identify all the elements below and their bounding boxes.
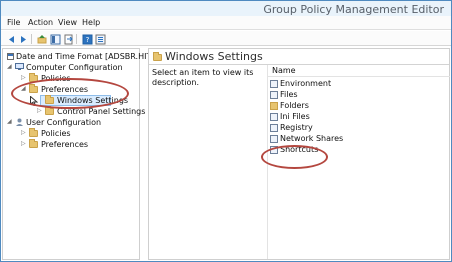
name-column-label: Name <box>272 66 296 75</box>
computer-icon <box>15 63 24 70</box>
shortcuts-label: Shortcuts <box>280 145 319 154</box>
shortcut-icon <box>270 146 278 154</box>
group-policy-management-editor-window: Group Policy Management Editor File Acti… <box>0 0 452 262</box>
up-folder-icon[interactable] <box>36 33 47 44</box>
expand-arrow-icon[interactable]: ◢ <box>7 119 13 125</box>
menu-help[interactable]: Help <box>82 18 100 27</box>
collapse-arrow-icon[interactable]: ▷ <box>37 108 43 114</box>
collapse-arrow-icon[interactable]: ▷ <box>21 75 27 81</box>
files-label: Files <box>280 90 298 99</box>
details-header: Windows Settings <box>149 49 449 65</box>
details-pane: Windows Settings Select an item to view … <box>148 48 450 260</box>
user-configuration-label: User Configuration <box>26 118 102 127</box>
user-icon <box>16 118 23 126</box>
environment-label: Environment <box>280 79 332 88</box>
policies-label: Policies <box>41 74 71 83</box>
folder-icon <box>29 73 38 82</box>
mouse-cursor-icon <box>30 96 38 106</box>
network-shares-label: Network Shares <box>280 134 344 143</box>
menu-bar: File Action View Help <box>1 16 451 30</box>
gpo-icon <box>7 53 14 60</box>
back-arrow-icon[interactable] <box>5 33 16 44</box>
expand-arrow-icon[interactable]: ◢ <box>21 86 27 92</box>
help-icon[interactable]: ? <box>81 33 93 45</box>
user-policies-label: Policies <box>41 129 71 138</box>
svg-text:?: ? <box>86 36 90 44</box>
collapse-arrow-icon[interactable]: ▷ <box>21 141 27 147</box>
toolbar: ? <box>1 31 451 46</box>
ini-files-icon <box>270 113 278 121</box>
folder-icon <box>270 102 278 110</box>
registry-label: Registry <box>280 123 313 132</box>
export-list-icon[interactable] <box>62 33 73 45</box>
user-preferences-label: Preferences <box>41 140 89 149</box>
control-panel-settings-label: Control Panel Settings <box>57 107 146 116</box>
folders-label: Folders <box>280 101 309 110</box>
folder-icon <box>45 95 54 104</box>
folder-icon <box>153 52 162 61</box>
registry-icon <box>270 124 278 132</box>
menu-action[interactable]: Action <box>28 18 53 27</box>
toolbar-separator <box>76 34 77 44</box>
folder-icon <box>29 128 38 137</box>
network-shares-icon <box>270 135 278 143</box>
folder-icon <box>29 84 38 93</box>
preferences-label: Preferences <box>41 85 89 94</box>
environment-icon <box>270 80 278 88</box>
tree-pane: Date and Time Fomat [ADSBR.HITACHI- ◢ Co… <box>2 48 173 260</box>
collapse-arrow-icon[interactable]: ▷ <box>21 130 27 136</box>
files-icon <box>270 91 278 99</box>
computer-configuration-label: Computer Configuration <box>26 63 123 72</box>
windows-settings-label: Windows Settings <box>57 96 129 105</box>
menu-view[interactable]: View <box>58 18 77 27</box>
folder-icon <box>45 106 54 115</box>
show-hide-tree-icon[interactable] <box>49 33 61 45</box>
description-text: Select an item to view its description. <box>152 68 254 87</box>
menu-file[interactable]: File <box>7 18 20 27</box>
settings-list: Name Environment Files Folders Ini Files… <box>267 65 450 259</box>
expand-arrow-icon[interactable]: ◢ <box>7 64 13 70</box>
toolbar-separator <box>31 34 32 44</box>
window-title: Group Policy Management Editor <box>263 3 444 16</box>
folder-icon <box>29 139 38 148</box>
details-title: Windows Settings <box>165 50 263 63</box>
ini-files-label: Ini Files <box>280 112 310 121</box>
title-bar: Group Policy Management Editor <box>1 1 451 16</box>
name-column-header[interactable]: Name <box>268 65 450 77</box>
forward-arrow-icon[interactable] <box>17 33 28 44</box>
properties-icon[interactable] <box>94 33 106 45</box>
